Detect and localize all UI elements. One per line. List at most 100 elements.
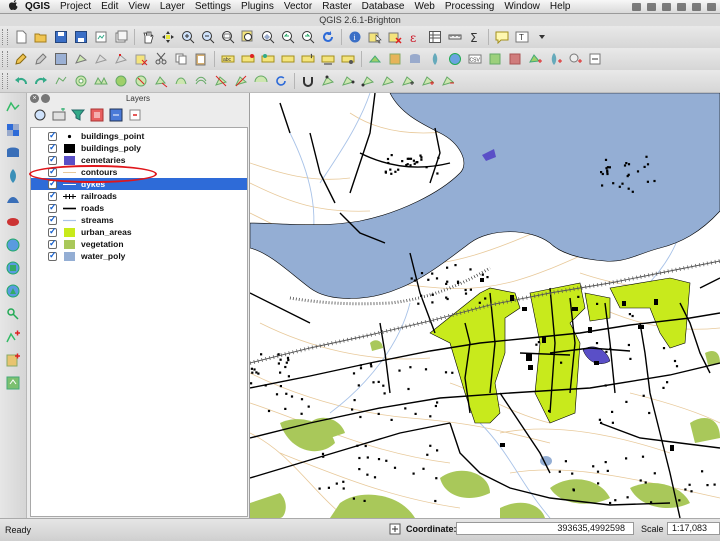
new-shapefile-icon[interactable] xyxy=(527,51,544,67)
menu-qgis[interactable]: QGIS xyxy=(20,1,55,12)
save-edits-icon[interactable] xyxy=(53,51,70,67)
add-part-icon[interactable] xyxy=(93,73,110,89)
add-wfs-icon[interactable] xyxy=(507,51,524,67)
menu-layer[interactable]: Layer xyxy=(155,1,190,12)
save-as-icon[interactable] xyxy=(73,29,90,45)
annotation-icon[interactable] xyxy=(494,29,511,45)
menu-vector[interactable]: Vector xyxy=(279,1,317,12)
digitize-icon[interactable] xyxy=(320,73,337,89)
add-group-icon[interactable] xyxy=(51,107,67,123)
menu-edit[interactable]: Edit xyxy=(96,1,123,12)
edit-minus-icon[interactable] xyxy=(440,73,457,89)
toolbar-handle[interactable] xyxy=(2,51,8,67)
add-ring-icon[interactable] xyxy=(73,73,90,89)
copy-features-icon[interactable] xyxy=(173,51,190,67)
merge-features-icon[interactable] xyxy=(253,73,270,89)
layer-row-dykes[interactable]: dykes xyxy=(31,178,247,190)
chevron-down-icon[interactable] xyxy=(534,29,551,45)
undo-icon[interactable] xyxy=(13,73,30,89)
toolbar-handle[interactable] xyxy=(2,73,8,89)
trace-icon[interactable] xyxy=(380,73,397,89)
print-composer-icon[interactable] xyxy=(93,29,110,45)
menu-project[interactable]: Project xyxy=(55,1,96,12)
identify-icon[interactable]: i xyxy=(347,29,364,45)
save-icon[interactable] xyxy=(53,29,70,45)
offset-curve-icon[interactable] xyxy=(193,73,210,89)
coordinate-field[interactable]: 393635,4992598 xyxy=(456,522,634,535)
coordinate-toggle-icon[interactable] xyxy=(389,523,401,535)
text-annotation-icon[interactable]: T xyxy=(514,29,531,45)
menu-web[interactable]: Web xyxy=(409,1,439,12)
pan-to-selection-icon[interactable] xyxy=(160,29,177,45)
layer-row-buildings-point[interactable]: buildings_point xyxy=(31,130,247,142)
menu-database[interactable]: Database xyxy=(357,1,410,12)
add-delimited-text-icon[interactable] xyxy=(4,305,22,323)
capture-icon[interactable] xyxy=(340,73,357,89)
add-feature-icon[interactable] xyxy=(73,51,90,67)
highlight-label-icon[interactable] xyxy=(260,51,277,67)
reshape-icon[interactable] xyxy=(173,73,190,89)
tray-icon[interactable] xyxy=(647,2,656,11)
add-vector-icon[interactable] xyxy=(367,51,384,67)
tray-icon[interactable] xyxy=(632,2,641,11)
add-wms-icon[interactable] xyxy=(447,51,464,67)
layer-visibility-checkbox[interactable] xyxy=(48,166,57,177)
topology-icon[interactable] xyxy=(360,73,377,89)
scale-field[interactable]: 1:17,083 xyxy=(667,522,720,535)
label-icon[interactable]: abc xyxy=(220,51,237,67)
menu-settings[interactable]: Settings xyxy=(190,1,236,12)
layer-row-cemetaries[interactable]: cemetaries xyxy=(31,154,247,166)
pin-label-icon[interactable] xyxy=(240,51,257,67)
add-spatialite-icon[interactable] xyxy=(427,51,444,67)
menu-processing[interactable]: Processing xyxy=(440,1,499,12)
zoom-selection-icon[interactable] xyxy=(240,29,257,45)
rotate-point-icon[interactable] xyxy=(273,73,290,89)
refresh-icon[interactable] xyxy=(320,29,337,45)
expand-all-icon[interactable] xyxy=(89,107,105,123)
edit-plus-icon[interactable] xyxy=(420,73,437,89)
tray-icon[interactable] xyxy=(692,2,701,11)
zoom-layer-icon[interactable] xyxy=(260,29,277,45)
layer-visibility-checkbox[interactable] xyxy=(48,142,57,153)
layer-visibility-checkbox[interactable] xyxy=(48,202,57,213)
add-vector-layer-icon[interactable] xyxy=(4,98,22,116)
layer-row-contours[interactable]: contours xyxy=(31,166,247,178)
virtual-layer-icon[interactable] xyxy=(587,51,604,67)
new-gpx-layer-icon[interactable] xyxy=(567,51,584,67)
paste-features-icon[interactable] xyxy=(193,51,210,67)
layer-visibility-checkbox[interactable] xyxy=(48,130,57,141)
add-raster-icon[interactable] xyxy=(387,51,404,67)
label-properties-icon[interactable] xyxy=(340,51,357,67)
delete-part-icon[interactable] xyxy=(153,73,170,89)
current-edits-icon[interactable] xyxy=(13,51,30,67)
layer-visibility-checkbox[interactable] xyxy=(48,178,57,189)
redo-icon[interactable] xyxy=(33,73,50,89)
toolbar-handle[interactable] xyxy=(2,29,8,45)
remove-layer-icon[interactable] xyxy=(127,107,143,123)
zoom-last-icon[interactable] xyxy=(280,29,297,45)
zoom-next-icon[interactable] xyxy=(300,29,317,45)
layer-row-vegetation[interactable]: vegetation xyxy=(31,238,247,250)
move-label-icon[interactable] xyxy=(280,51,297,67)
add-postgis-layer-icon[interactable] xyxy=(4,144,22,162)
select-icon[interactable] xyxy=(367,29,384,45)
attribute-table-icon[interactable] xyxy=(427,29,444,45)
composer-manager-icon[interactable] xyxy=(113,29,130,45)
new-spatialite-icon[interactable] xyxy=(4,351,22,369)
node-tool-icon[interactable] xyxy=(113,51,130,67)
layer-row-buildings-poly[interactable]: buildings_poly xyxy=(31,142,247,154)
snapping-icon[interactable] xyxy=(300,73,317,89)
menu-raster[interactable]: Raster xyxy=(317,1,356,12)
zoom-out-icon[interactable] xyxy=(200,29,217,45)
open-icon[interactable] xyxy=(33,29,50,45)
collapse-all-icon[interactable] xyxy=(108,107,124,123)
close-icon[interactable]: × xyxy=(30,94,39,103)
deselect-icon[interactable] xyxy=(387,29,404,45)
add-postgis-icon[interactable] xyxy=(407,51,424,67)
rotate-label-icon[interactable] xyxy=(300,51,317,67)
add-gpx-icon[interactable] xyxy=(4,374,22,392)
layer-visibility-checkbox[interactable] xyxy=(48,154,57,165)
layer-visibility-checkbox[interactable] xyxy=(48,190,57,201)
add-wcs-layer-icon[interactable] xyxy=(4,259,22,277)
toggle-editing-icon[interactable] xyxy=(33,51,50,67)
